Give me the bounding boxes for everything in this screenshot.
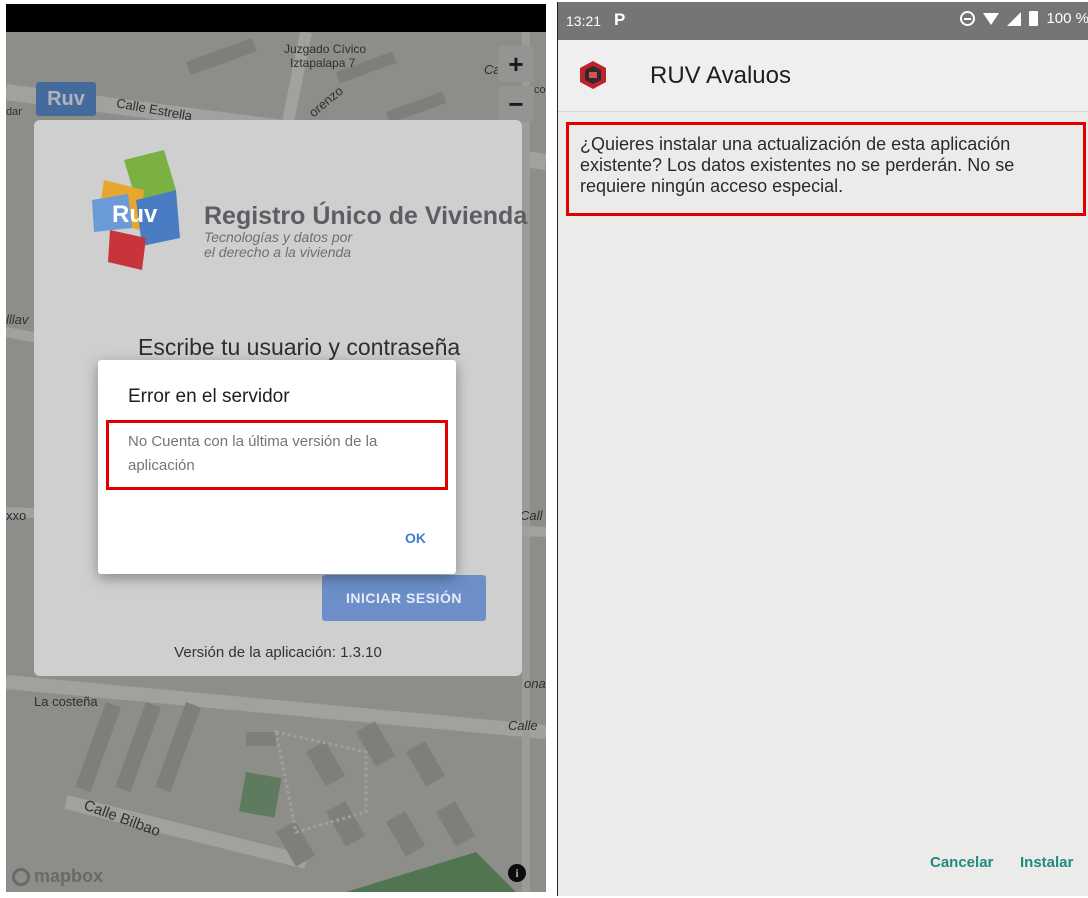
status-bar: 13:21 P 100 % — [558, 2, 1088, 40]
highlight-box-error-message — [106, 420, 448, 490]
login-button[interactable]: INICIAR SESIÓN — [322, 575, 486, 621]
ruv-avaluos-app-icon — [580, 61, 606, 89]
brand-subtitle-line2: el derecho a la vivienda — [204, 244, 352, 260]
highlight-box-install-message — [566, 122, 1086, 216]
cancel-button[interactable]: Cancelar — [930, 854, 993, 871]
ruv-logo-letters: Ruv — [112, 201, 158, 228]
cell-signal-icon — [1007, 11, 1022, 26]
battery-percent: 100 % — [1046, 10, 1088, 27]
right-phone-screen: 13:21 P 100 % RUV Avaluos ¿Quieres insta… — [557, 2, 1088, 896]
status-icons: 100 % — [960, 10, 1088, 27]
dialog-title: Error en el servidor — [128, 386, 290, 407]
brand-subtitle-line1: Tecnologías y datos por — [204, 229, 353, 245]
ruv-logo-icon: Ruv — [92, 150, 180, 270]
left-status-bar — [6, 4, 546, 32]
login-heading: Escribe tu usuario y contraseña — [138, 334, 461, 360]
brand-title: Registro Único de Vivienda — [204, 202, 528, 230]
do-not-disturb-icon — [960, 11, 976, 26]
status-time: 13:21 — [566, 13, 602, 29]
battery-icon — [1029, 11, 1039, 26]
brand-subtitle: Tecnologías y datos por el derecho a la … — [204, 230, 352, 260]
left-phone-screen: Juzgado Cívico Iztapalapa 7 Calle Estrel… — [6, 4, 546, 892]
wifi-icon — [983, 12, 1000, 25]
screenshot-root: Juzgado Cívico Iztapalapa 7 Calle Estrel… — [0, 0, 1088, 898]
app-version-label: Versión de la aplicación: 1.3.10 — [174, 644, 382, 661]
app-title: RUV Avaluos — [650, 62, 791, 89]
dialog-ok-button[interactable]: OK — [405, 530, 426, 546]
app-header: RUV Avaluos — [558, 40, 1088, 112]
install-button[interactable]: Instalar — [1020, 854, 1073, 871]
parking-notification-icon: P — [614, 10, 626, 29]
